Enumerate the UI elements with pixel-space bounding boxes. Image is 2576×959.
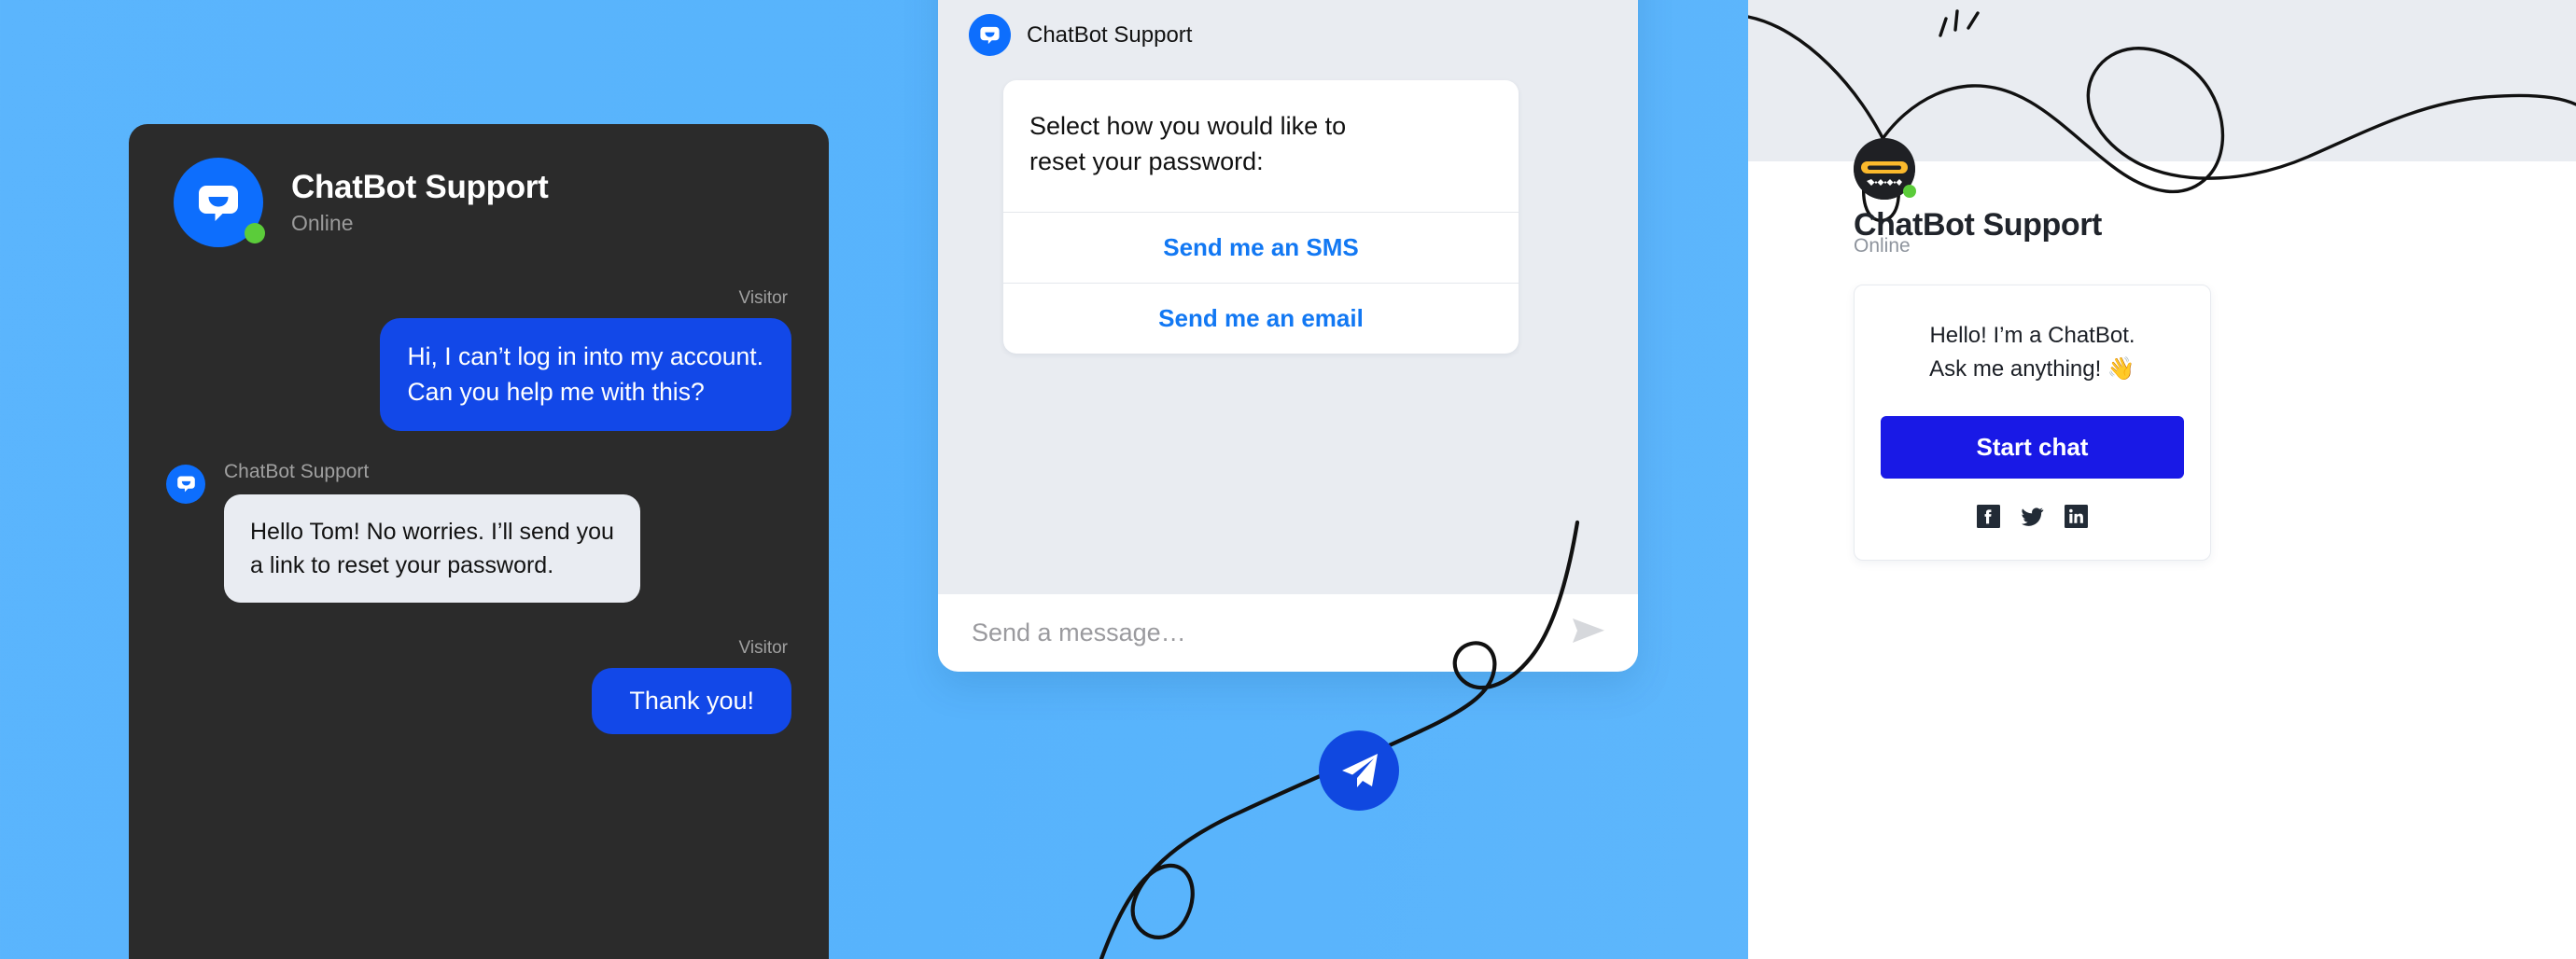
dark-chat-widget: ChatBot Support Online Visitor Hi, I can… [129, 124, 829, 959]
twitter-icon[interactable] [2021, 505, 2044, 528]
message-composer: Send a message… [938, 594, 1638, 672]
message-group-visitor-1: Visitor Hi, I can’t log in into my accou… [166, 288, 791, 431]
dark-widget-message-list: Visitor Hi, I can’t log in into my accou… [129, 247, 829, 735]
avatar [1854, 138, 1916, 200]
dark-widget-header: ChatBot Support Online [129, 124, 829, 247]
prompt-line: reset your password: [1029, 147, 1264, 176]
message-group-visitor-2: Visitor Thank you! [166, 638, 791, 735]
message-input[interactable]: Send a message… [972, 618, 1571, 647]
linkedin-icon[interactable] [2065, 505, 2088, 528]
bot-name-label: ChatBot Support [1027, 21, 1193, 48]
online-status-dot [245, 223, 265, 243]
message-author-label: Visitor [738, 638, 788, 659]
chatbot-logo-icon [969, 14, 1011, 56]
message-bubble-visitor: Thank you! [592, 668, 791, 735]
chatbot-logo-icon [166, 464, 205, 504]
message-author-label: Visitor [738, 288, 788, 308]
light-chat-widget: ChatBot Support Select how you would lik… [938, 0, 1638, 672]
status-text: Online [1854, 235, 1911, 257]
message-author-label: ChatBot Support [224, 460, 370, 482]
page-title: ChatBot Support [291, 169, 549, 206]
paper-plane-icon [1319, 730, 1399, 811]
light-widget-message-list: ChatBot Support Select how you would lik… [938, 0, 1638, 482]
status-text: Online [291, 210, 354, 235]
facebook-icon[interactable] [1977, 505, 2000, 528]
message-group-bot-1: ChatBot Support Hello Tom! No worries. I… [166, 461, 791, 604]
greeting-line: Ask me anything! 👋 [1929, 356, 2135, 382]
message-line: Can you help me with this? [407, 378, 705, 407]
quick-reply-card: Select how you would like to reset your … [1003, 80, 1519, 354]
quick-reply-prompt: Select how you would like to reset your … [1003, 80, 1519, 213]
message-line: Hi, I can’t log in into my account. [407, 342, 763, 370]
send-arrow-icon[interactable] [1571, 617, 1608, 649]
message-bubble-visitor: Hi, I can’t log in into my account. Can … [379, 318, 791, 431]
quick-reply-option-sms[interactable]: Send me an SMS [1003, 213, 1519, 284]
start-chat-button[interactable]: Start chat [1881, 416, 2184, 479]
online-status-dot [1903, 185, 1916, 198]
message-line: a link to reset your password. [250, 552, 554, 579]
message-line: Hello Tom! No worries. I’ll send you [250, 518, 614, 545]
greeting-line: Hello! I’m a ChatBot. [1929, 323, 2135, 348]
welcome-widget: ChatBot Support Online Hello! I’m a Chat… [1748, 0, 2576, 959]
quick-reply-option-email[interactable]: Send me an email [1003, 284, 1519, 354]
bot-identity-row: ChatBot Support [938, 14, 1638, 56]
avatar [174, 158, 265, 247]
welcome-card: Hello! I’m a ChatBot. Ask me anything! 👋… [1854, 285, 2211, 561]
message-bubble-bot: Hello Tom! No worries. I’ll send you a l… [224, 493, 640, 604]
prompt-line: Select how you would like to [1029, 112, 1347, 140]
social-links [1855, 505, 2210, 528]
hand-drawn-squiggle-line [1748, 9, 2576, 222]
